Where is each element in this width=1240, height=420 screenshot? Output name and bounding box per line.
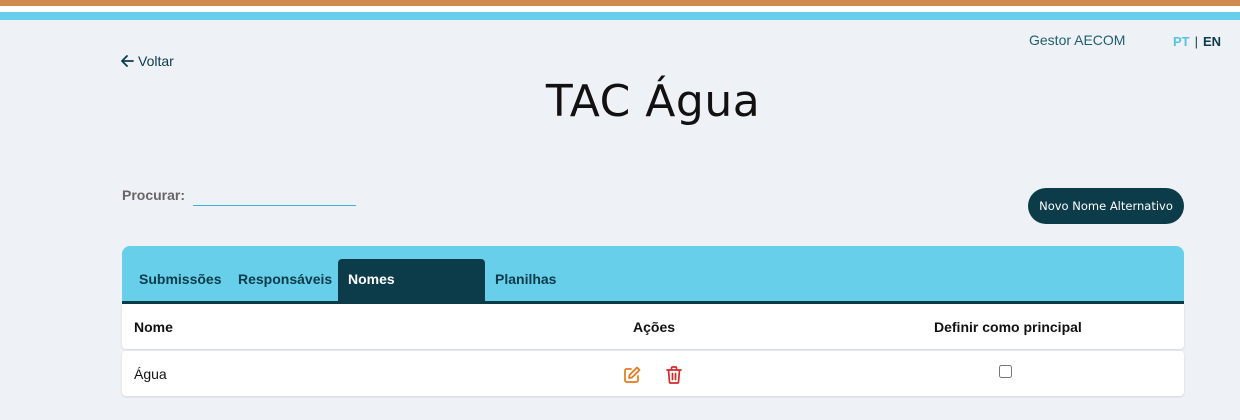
header-stripe-blue [0,12,1240,20]
pencil-edit-icon[interactable] [622,365,642,385]
language-separator: | [1194,34,1199,49]
new-alternative-name-button[interactable]: Novo Nome Alternativo [1028,188,1184,224]
back-label: Voltar [138,53,174,69]
language-en-link[interactable]: EN [1203,34,1221,49]
search-label: Procurar: [122,187,186,203]
tab-nomes-alternativos[interactable]: Nomes alternativos [338,259,485,327]
user-name: Gestor AECOM [1029,32,1126,48]
tab-submissoes[interactable]: Submissões [129,259,231,301]
tab-responsaveis[interactable]: Responsáveis [228,259,342,301]
back-link[interactable]: Voltar [121,53,174,69]
table-row: Água [122,351,1184,396]
language-switcher: PT | EN [1173,34,1221,49]
table-header: Nome Ações Definir como principal [122,304,1184,349]
tab-bar: Submissões Responsáveis Nomes alternativ… [122,246,1184,327]
tab-planilhas[interactable]: Planilhas [485,259,566,301]
column-header-nome: Nome [134,319,173,335]
row-name: Água [134,366,167,382]
search-input[interactable] [193,186,356,206]
page-title: TAC Água [545,76,761,127]
column-header-acoes: Ações [633,319,676,335]
set-principal-checkbox[interactable] [999,365,1012,378]
trash-icon[interactable] [665,365,683,385]
arrow-left-icon [121,55,134,67]
column-header-principal: Definir como principal [934,319,1082,335]
language-pt-link[interactable]: PT [1173,34,1190,49]
